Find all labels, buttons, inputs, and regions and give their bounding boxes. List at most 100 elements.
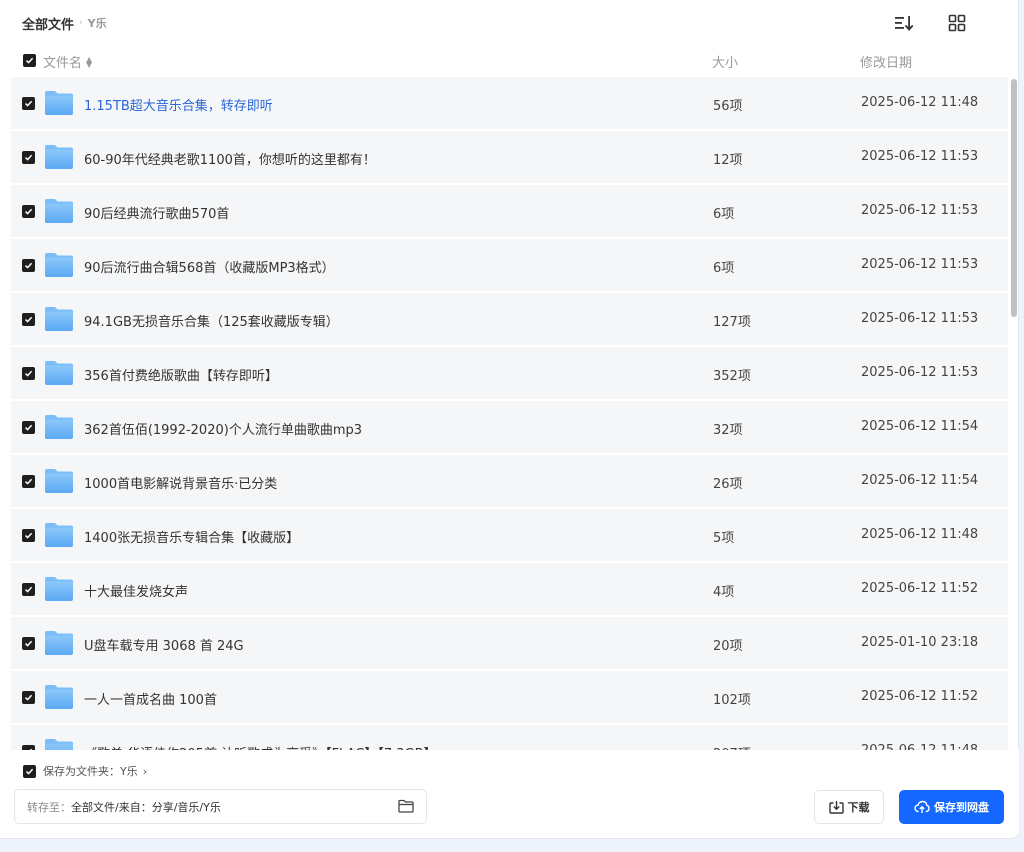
file-name[interactable]: 90后流行曲合辑568首（收藏版MP3格式）	[84, 257, 335, 276]
breadcrumb-root[interactable]: 全部文件	[22, 14, 74, 33]
row-checkbox[interactable]	[22, 691, 35, 704]
row-checkbox[interactable]	[22, 259, 35, 272]
file-date: 2025-06-12 11:53	[861, 311, 979, 326]
scrollbar[interactable]	[1010, 77, 1018, 750]
file-date: 2025-06-12 11:48	[861, 527, 979, 542]
file-row[interactable]: 90后流行曲合辑568首（收藏版MP3格式） 6项 2025-06-12 11:53	[11, 239, 1008, 291]
file-name[interactable]: 十大最佳发烧女声	[84, 581, 188, 600]
save-to-drive-button[interactable]: 保存到网盘	[899, 790, 1004, 824]
grid-view-icon[interactable]	[948, 14, 968, 32]
row-checkbox[interactable]	[22, 313, 35, 326]
file-name[interactable]: 94.1GB无损音乐合集（125套收藏版专辑）	[84, 311, 339, 330]
row-checkbox[interactable]	[22, 529, 35, 542]
file-name[interactable]: 一人一首成名曲 100首	[84, 689, 217, 708]
save-path-label: 转存至：	[27, 800, 71, 814]
file-size: 127项	[713, 315, 751, 330]
breadcrumb-current: Y乐	[87, 17, 107, 30]
file-size: 6项	[713, 261, 735, 276]
file-date: 2025-06-12 11:48	[861, 95, 979, 110]
file-size: 12项	[713, 153, 743, 168]
file-size: 5项	[713, 531, 735, 546]
list-header: 文件名 ▲ ▼ 大小 修改日期	[0, 46, 1008, 76]
row-checkbox[interactable]	[22, 367, 35, 380]
file-row[interactable]: 90后经典流行歌曲570首 6项 2025-06-12 11:53	[11, 185, 1008, 237]
row-checkbox[interactable]	[22, 151, 35, 164]
file-row[interactable]: 356首付费绝版歌曲【转存即听】 352项 2025-06-12 11:53	[11, 347, 1008, 399]
row-checkbox[interactable]	[22, 205, 35, 218]
sort-list-icon[interactable]	[894, 14, 914, 32]
row-checkbox[interactable]	[22, 97, 35, 110]
file-name[interactable]: 356首付费绝版歌曲【转存即听】	[84, 365, 278, 384]
folder-icon	[44, 252, 74, 278]
breadcrumb: 全部文件 › Y乐	[22, 0, 1018, 46]
file-size: 207项	[713, 743, 751, 750]
cloud-upload-icon	[914, 800, 930, 813]
save-as-folder-toggle[interactable]: 保存为文件夹：Y乐 ›	[23, 763, 147, 779]
file-date: 2025-06-12 11:53	[861, 149, 979, 164]
file-name[interactable]: 1400张无损音乐专辑合集【收藏版】	[84, 527, 299, 546]
folder-icon	[44, 144, 74, 170]
file-date: 2025-06-12 11:48	[861, 743, 978, 750]
column-header-name[interactable]: 文件名 ▲ ▼	[43, 52, 92, 71]
breadcrumb-separator: ›	[79, 18, 83, 28]
file-size: 26项	[713, 477, 743, 492]
file-name[interactable]: U盘车载专用 3068 首 24G	[84, 635, 244, 654]
file-row[interactable]: 362首伍佰(1992-2020)个人流行单曲歌曲mp3 32项 2025-06-1…	[11, 401, 1008, 453]
file-size: 56项	[713, 99, 743, 114]
file-size: 32项	[713, 423, 743, 438]
sort-toggle-icon[interactable]: ▲ ▼	[86, 55, 92, 68]
file-date: 2025-06-12 11:52	[861, 581, 979, 596]
download-button[interactable]: 下载	[814, 790, 884, 824]
file-date: 2025-06-12 11:54	[861, 419, 979, 434]
save-as-folder-checkbox[interactable]	[23, 764, 36, 778]
file-date: 2025-06-12 11:54	[861, 473, 979, 488]
file-row[interactable]: 《歌单 华语佳作205首 让听歌成为享受》【FLAC】【7.3GB】 207项 20…	[11, 725, 1008, 750]
file-date: 2025-06-12 11:53	[861, 257, 979, 272]
save-path-value: 全部文件/来自：分享/音乐/Y乐	[71, 800, 221, 814]
row-checkbox[interactable]	[22, 583, 35, 596]
file-row[interactable]: 94.1GB无损音乐合集（125套收藏版专辑） 127项 2025-06-12 11…	[11, 293, 1008, 345]
select-all-checkbox[interactable]	[23, 54, 36, 67]
column-header-size[interactable]: 大小	[712, 52, 738, 71]
file-name[interactable]: 90后经典流行歌曲570首	[84, 203, 229, 222]
column-header-name-label: 文件名	[43, 56, 83, 71]
folder-icon	[44, 414, 74, 440]
file-row[interactable]: 1000首电影解说背景音乐·已分类 26项 2025-06-12 11:54	[11, 455, 1008, 507]
folder-icon	[44, 306, 74, 332]
folder-icon	[44, 738, 74, 750]
row-checkbox[interactable]	[22, 475, 35, 488]
file-date: 2025-06-12 11:53	[861, 365, 979, 380]
download-button-label: 下载	[847, 801, 870, 814]
file-row[interactable]: 1400张无损音乐专辑合集【收藏版】 5项 2025-06-12 11:48	[11, 509, 1008, 561]
save-as-folder-label: 保存为文件夹：Y乐	[43, 765, 138, 778]
folder-icon	[44, 198, 74, 224]
file-date: 2025-06-12 11:53	[861, 203, 979, 218]
file-date: 2025-06-12 11:52	[861, 689, 979, 704]
file-size: 20项	[713, 639, 743, 654]
chevron-right-icon[interactable]: ›	[143, 765, 147, 778]
file-size: 6项	[713, 207, 735, 222]
folder-icon	[44, 576, 74, 602]
file-name[interactable]: 1000首电影解说背景音乐·已分类	[84, 473, 277, 492]
save-path-field[interactable]: 转存至： 全部文件/来自：分享/音乐/Y乐	[14, 789, 427, 824]
folder-icon	[44, 90, 74, 116]
file-row[interactable]: 十大最佳发烧女声 4项 2025-06-12 11:52	[11, 563, 1008, 615]
file-row[interactable]: 60-90年代经典老歌1100首，你想听的这里都有！ 12项 2025-06-12 …	[11, 131, 1008, 183]
scrollbar-thumb[interactable]	[1011, 79, 1017, 317]
folder-icon	[44, 360, 74, 386]
file-size: 352项	[713, 369, 751, 384]
file-name[interactable]: 362首伍佰(1992-2020)个人流行单曲歌曲mp3	[84, 419, 362, 438]
column-header-date[interactable]: 修改日期	[860, 52, 912, 71]
file-name[interactable]: 《歌单 华语佳作205首 让听歌成为享受》【FLAC】【7.3GB】	[84, 743, 437, 750]
row-checkbox[interactable]	[22, 637, 35, 650]
folder-picker-icon[interactable]	[398, 799, 414, 813]
file-date: 2025-01-10 23:18	[861, 635, 979, 650]
file-browser-panel: 全部文件 › Y乐 文件名 ▲ ▼ 大小 修改日期 1.15TB超大音乐合集，转…	[0, 0, 1019, 839]
file-name[interactable]: 60-90年代经典老歌1100首，你想听的这里都有！	[84, 149, 376, 168]
file-row[interactable]: U盘车载专用 3068 首 24G 20项 2025-01-10 23:18	[11, 617, 1008, 669]
file-name[interactable]: 1.15TB超大音乐合集，转存即听	[84, 95, 273, 114]
file-row[interactable]: 1.15TB超大音乐合集，转存即听 56项 2025-06-12 11:48	[11, 77, 1008, 129]
file-size: 102项	[713, 693, 751, 708]
row-checkbox[interactable]	[22, 421, 35, 434]
file-row[interactable]: 一人一首成名曲 100首 102项 2025-06-12 11:52	[11, 671, 1008, 723]
